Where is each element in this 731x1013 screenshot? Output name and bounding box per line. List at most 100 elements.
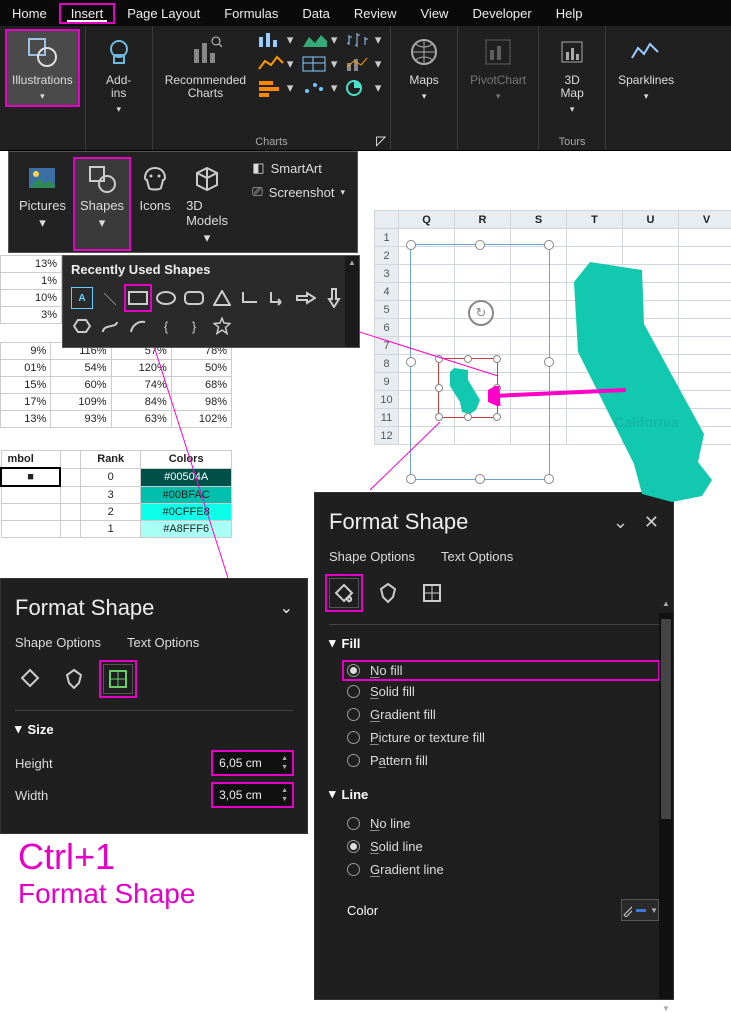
chart-stock-button[interactable]: ▾ <box>342 30 384 50</box>
sparkline-icon <box>628 34 664 70</box>
section-line-label: Line <box>342 787 369 802</box>
chevron-down-icon[interactable]: ▾ <box>329 635 336 651</box>
menu-developer[interactable]: Developer <box>460 3 543 24</box>
format-shape-title: Format Shape <box>329 509 468 535</box>
ribbon-3dmap[interactable]: 3D Map▾ <box>545 30 599 119</box>
chart-area-button[interactable]: ▾ <box>298 30 340 50</box>
cat-effects-icon[interactable] <box>59 664 89 694</box>
menu-pagelayout[interactable]: Page Layout <box>115 3 212 24</box>
radio-no-fill[interactable]: No fill <box>343 661 659 680</box>
illu-smartart[interactable]: ◧SmartArt <box>246 158 351 178</box>
tab-shape-options[interactable]: Shape Options <box>329 549 415 564</box>
shape-downarrow-icon[interactable] <box>323 287 345 309</box>
menu-home[interactable]: Home <box>0 3 59 24</box>
shape-bracer-icon[interactable]: } <box>183 315 205 337</box>
shape-arc-icon[interactable] <box>127 315 149 337</box>
pen-icon <box>622 903 632 917</box>
shape-rightarrow-icon[interactable] <box>295 287 317 309</box>
recent-scrollbar[interactable] <box>345 256 359 347</box>
dialog-launcher-icon[interactable]: ◸ <box>374 134 388 148</box>
shape-textbox-icon[interactable]: A <box>71 287 93 309</box>
illu-3dmodels[interactable]: 3D Models▾ <box>180 158 234 250</box>
california-shape-large <box>570 256 720 506</box>
shape-elbow-icon[interactable] <box>239 287 261 309</box>
shape-freeform-icon[interactable] <box>99 315 121 337</box>
menu-view[interactable]: View <box>409 3 461 24</box>
shape-oval-icon[interactable] <box>155 287 177 309</box>
rotate-handle-icon[interactable]: ↻ <box>468 300 494 326</box>
ribbon-group-tours: Tours <box>559 134 586 148</box>
chevron-down-icon: ▾ <box>116 104 121 115</box>
tab-shape-options[interactable]: Shape Options <box>15 635 101 650</box>
recently-used-shapes: Recently Used Shapes A ＼ { } <box>62 255 360 348</box>
ribbon-addins[interactable]: Add- ins ▾ <box>92 30 146 119</box>
shape-hexagon-icon[interactable] <box>71 315 93 337</box>
cat-size-icon[interactable] <box>417 578 447 608</box>
chart-map-button[interactable]: ▾ <box>298 54 340 74</box>
chevron-down-icon[interactable]: ⌄ <box>613 512 628 533</box>
map3d-icon <box>554 34 590 70</box>
illu-screenshot[interactable]: ⎚Screenshot▾ <box>246 182 351 202</box>
tab-text-options[interactable]: Text Options <box>441 549 513 564</box>
ribbon-maps-label: Maps <box>409 74 438 87</box>
chart-combo-button[interactable]: ▾ <box>342 54 384 74</box>
ribbon-recommended-charts[interactable]: Recommended Charts <box>159 30 252 104</box>
radio-no-line[interactable]: No line <box>347 812 659 835</box>
illustrations-dropdown: Pictures▾ Shapes▾ Icons 3D Models▾ ◧Smar… <box>8 151 358 253</box>
menu-insert[interactable]: Insert <box>59 3 116 24</box>
ribbon: Illustrations ▾ Add- ins ▾ Recommended C… <box>0 26 731 151</box>
tab-text-options[interactable]: Text Options <box>127 635 199 650</box>
radio-gradient-fill[interactable]: Gradient fill <box>347 703 659 726</box>
chevron-down-icon[interactable]: ▾ <box>15 721 22 737</box>
shape-star-icon[interactable] <box>211 315 233 337</box>
shape-elbowarrow-icon[interactable] <box>267 287 289 309</box>
shape-triangle-icon[interactable] <box>211 287 233 309</box>
panel-scrollbar[interactable] <box>659 613 673 999</box>
shape-roundrect-icon[interactable] <box>183 287 205 309</box>
chevron-down-icon[interactable]: ⌄ <box>280 598 293 618</box>
height-input[interactable]: ▲▼ <box>212 751 293 775</box>
shape-rectangle-icon[interactable] <box>127 287 149 309</box>
illu-icons[interactable]: Icons <box>132 158 178 250</box>
ribbon-pivotchart[interactable]: PivotChart▾ <box>464 30 532 106</box>
radio-pattern-fill[interactable]: Pattern fill <box>347 749 659 772</box>
cat-effects-icon[interactable] <box>373 578 403 608</box>
radio-solid-fill[interactable]: Solid fill <box>347 680 659 703</box>
ribbon-illustrations[interactable]: Illustrations ▾ <box>6 30 79 106</box>
ribbon-maps[interactable]: Maps▾ <box>397 30 451 106</box>
illu-pictures[interactable]: Pictures▾ <box>13 158 72 250</box>
illu-shapes[interactable]: Shapes▾ <box>74 158 130 250</box>
ribbon-sparklines[interactable]: Sparklines▾ <box>612 30 680 106</box>
icons-icon <box>138 162 172 196</box>
shapes-icon <box>85 162 119 196</box>
menu-help[interactable]: Help <box>544 3 595 24</box>
chevron-down-icon[interactable]: ▾ <box>329 786 336 802</box>
pink-arrow-icon <box>488 386 628 406</box>
symbol-rank-color-table: mbolRankColors ■0#00504A 3#00BFAC 2#0CFF… <box>0 450 232 538</box>
radio-gradient-line[interactable]: Gradient line <box>347 858 659 881</box>
width-input[interactable]: ▲▼ <box>212 783 293 807</box>
radio-solid-line[interactable]: Solid line <box>347 835 659 858</box>
chart-scatter-button[interactable]: ▾ <box>298 78 340 98</box>
cat-size-icon[interactable] <box>103 664 133 694</box>
shape-line-icon[interactable]: ＼ <box>99 287 121 309</box>
shape-bracel-icon[interactable]: { <box>155 315 177 337</box>
menu-data[interactable]: Data <box>290 3 341 24</box>
cat-fill-icon[interactable] <box>15 664 45 694</box>
menu-review[interactable]: Review <box>342 3 409 24</box>
pictures-icon <box>25 162 59 196</box>
chart-pie-button[interactable]: ▾ <box>342 78 384 98</box>
screenshot-icon: ⎚ <box>252 184 262 200</box>
sheet-fragment-mid: 9%116%57%78% 01%54%120%50% 15%60%74%68% … <box>0 342 232 428</box>
menu-formulas[interactable]: Formulas <box>212 3 290 24</box>
close-icon[interactable]: ✕ <box>644 512 659 533</box>
chart-bar-button[interactable]: ▾ <box>254 78 296 98</box>
chevron-down-icon: ▾ <box>40 91 45 102</box>
chart-column-button[interactable]: ▾ <box>254 30 296 50</box>
chart-line-button[interactable]: ▾ <box>254 54 296 74</box>
radio-picture-fill[interactable]: Picture or texture fill <box>347 726 659 749</box>
ribbon-illustrations-label: Illustrations <box>12 74 73 87</box>
recommended-charts-icon <box>187 34 223 70</box>
cat-fill-icon[interactable] <box>329 578 359 608</box>
line-color-button[interactable]: ▼ <box>621 899 659 921</box>
